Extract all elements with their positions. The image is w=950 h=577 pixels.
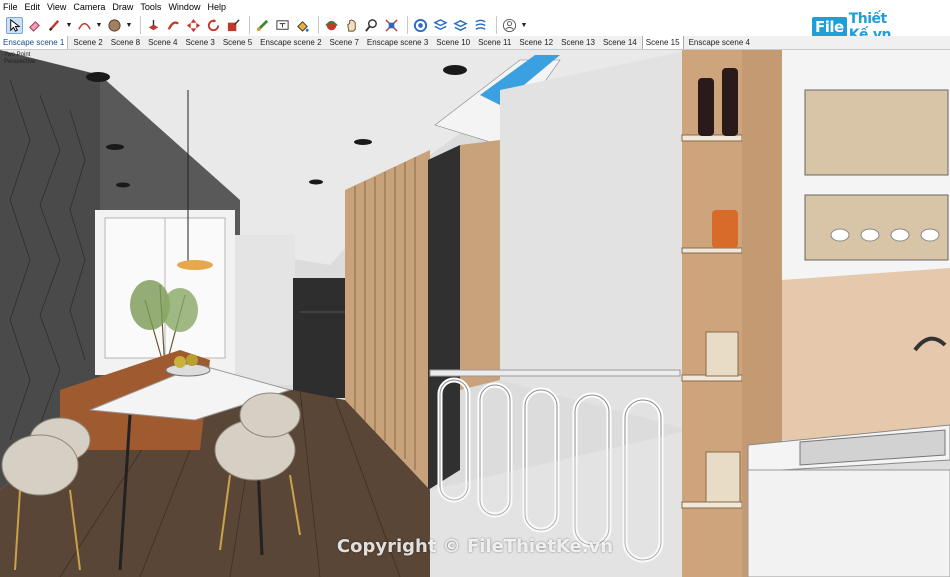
scene-tab[interactable]: Scene 7 — [327, 36, 362, 49]
food-box — [705, 331, 739, 377]
scene-tabs-bar: Enscape scene 1 Scene 2 Scene 8 Scene 4 … — [0, 36, 950, 50]
dish-rack-bottom — [804, 194, 949, 261]
zoom-extents-icon[interactable] — [383, 17, 400, 34]
toolbar-separator — [140, 16, 141, 34]
account-icon[interactable] — [501, 17, 518, 34]
corridor-wall — [235, 235, 295, 385]
menu-tools[interactable]: Tools — [140, 0, 161, 14]
zoom-icon[interactable] — [363, 17, 380, 34]
extension-warehouse-icon[interactable] — [432, 17, 449, 34]
scene-tab[interactable]: Scene 8 — [108, 36, 143, 49]
scene-tab[interactable]: Enscape scene 3 — [364, 36, 431, 49]
scene-tab-active[interactable]: Scene 15 — [641, 36, 684, 49]
scene-tab[interactable]: Enscape scene 2 — [257, 36, 324, 49]
main-toolbar: ▼ ▼ ▼ ▼ — [0, 14, 950, 36]
extension-manager-icon[interactable] — [472, 17, 489, 34]
scene-tab[interactable]: Scene 3 — [182, 36, 217, 49]
text-icon[interactable] — [274, 17, 291, 34]
toolbar-separator — [318, 16, 319, 34]
scene-tab[interactable]: Enscape scene 4 — [686, 36, 753, 49]
copyright-watermark: Copyright © FileThietKe.vn — [336, 536, 614, 557]
logo-mark: File — [812, 17, 847, 37]
orange-vase — [712, 210, 738, 248]
select-arrow-icon[interactable] — [6, 16, 23, 34]
menu-help[interactable]: Help — [207, 0, 226, 14]
scene-tab[interactable]: Scene 10 — [433, 36, 473, 49]
shape-icon[interactable] — [106, 17, 123, 34]
fruit — [186, 354, 198, 366]
menu-file[interactable]: File — [3, 0, 18, 14]
line-tool-dropdown[interactable]: ▼ — [66, 17, 73, 34]
model-viewport[interactable]: Two Point Perspective Copyright © FileTh… — [0, 50, 950, 577]
fruit — [174, 356, 186, 368]
eraser-icon[interactable] — [26, 17, 43, 34]
menu-view[interactable]: View — [47, 0, 66, 14]
toolbar-separator — [249, 16, 250, 34]
scene-tab[interactable]: Scene 5 — [220, 36, 255, 49]
layout-icon[interactable] — [452, 17, 469, 34]
account-dropdown[interactable]: ▼ — [521, 17, 528, 34]
food-box — [705, 451, 741, 503]
scale-icon[interactable] — [225, 17, 242, 34]
fruit-bowl — [165, 363, 211, 377]
pencil-line-icon[interactable] — [46, 17, 63, 34]
warehouse-icon[interactable] — [412, 17, 429, 34]
scene-tab[interactable]: Scene 13 — [558, 36, 598, 49]
scene-tab[interactable]: Scene 12 — [516, 36, 556, 49]
move-icon[interactable] — [185, 17, 202, 34]
follow-me-icon[interactable] — [165, 17, 182, 34]
paint-bucket-icon[interactable] — [294, 17, 311, 34]
arc-tool-dropdown[interactable]: ▼ — [96, 17, 103, 34]
view-type-line1: Two Point — [4, 52, 31, 58]
scene-tab[interactable]: Scene 4 — [145, 36, 180, 49]
pendant-lamp — [177, 260, 213, 270]
pan-icon[interactable] — [343, 17, 360, 34]
orbit-icon[interactable] — [323, 17, 340, 34]
menu-window[interactable]: Window — [168, 0, 200, 14]
dish-rack-top — [804, 89, 949, 176]
view-type-line2: Perspective — [4, 59, 36, 65]
shape-tool-dropdown[interactable]: ▼ — [126, 17, 133, 34]
toolbar-separator — [407, 16, 408, 34]
railing-handrail — [429, 369, 681, 377]
rotate-icon[interactable] — [205, 17, 222, 34]
scene-tab[interactable]: Enscape scene 1 — [0, 36, 69, 49]
refrigerator — [293, 278, 345, 398]
menu-edit[interactable]: Edit — [25, 0, 41, 14]
arc-icon[interactable] — [76, 17, 93, 34]
lower-kitchen-cabinet — [747, 469, 950, 577]
push-pull-icon[interactable] — [145, 17, 162, 34]
scene-tab[interactable]: Scene 14 — [600, 36, 640, 49]
cabinet-side-wood — [460, 140, 500, 390]
kitchen-backsplash — [782, 268, 950, 440]
camera-view-label: Two Point Perspective — [4, 52, 35, 66]
menu-camera[interactable]: Camera — [73, 0, 105, 14]
tape-measure-icon[interactable] — [254, 17, 271, 34]
glass-display-cabinet — [428, 145, 460, 490]
menu-draw[interactable]: Draw — [112, 0, 133, 14]
toolbar-separator — [496, 16, 497, 34]
scene-tab[interactable]: Scene 2 — [70, 36, 105, 49]
scene-tab[interactable]: Scene 11 — [475, 36, 514, 49]
menu-bar: File Edit View Camera Draw Tools Window … — [0, 0, 950, 14]
rendered-scene — [0, 50, 950, 577]
